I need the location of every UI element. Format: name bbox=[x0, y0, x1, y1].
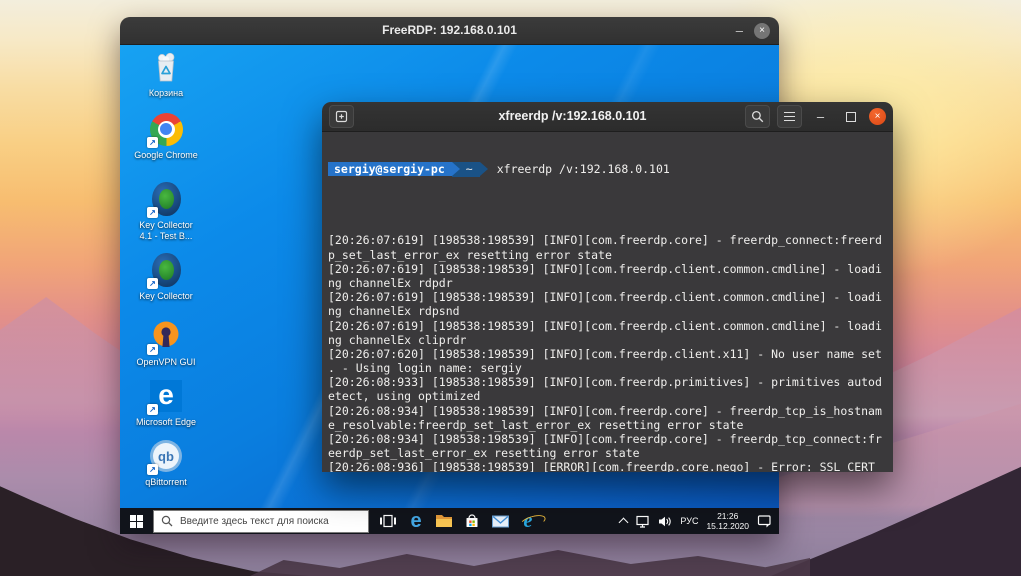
terminal-output[interactable]: sergiy@sergiy-pc~ xfreerdp /v:192.168.0.1… bbox=[322, 132, 893, 472]
search-placeholder: Введите здесь текст для поиска bbox=[180, 516, 329, 527]
desktop-icon-recycle-bin[interactable]: Корзина bbox=[126, 49, 206, 99]
close-button[interactable]: × bbox=[754, 23, 770, 39]
shortcut-arrow-icon: ↗ bbox=[147, 137, 158, 148]
new-tab-button[interactable] bbox=[329, 105, 354, 128]
terminal-window: xfreerdp /v:192.168.0.101 – × bbox=[322, 102, 893, 472]
minimize-button[interactable]: – bbox=[809, 106, 832, 127]
minimize-button[interactable]: – bbox=[736, 24, 743, 37]
system-tray: РУС 21:2615.12.2020 bbox=[620, 511, 772, 531]
terminal-log-line: [20:26:07:619] [198538:198539] [INFO][co… bbox=[328, 319, 893, 333]
windows-taskbar: Введите здесь текст для поиска e bbox=[120, 508, 779, 534]
terminal-log-line: ng channelEx cliprdr bbox=[328, 333, 893, 347]
wallpaper-dark-mountain bbox=[250, 536, 810, 576]
terminal-log-line: p_set_last_error_ex resetting error stat… bbox=[328, 248, 893, 262]
microsoft-store-button[interactable] bbox=[458, 508, 486, 534]
terminal-headerbar[interactable]: xfreerdp /v:192.168.0.101 – × bbox=[322, 102, 893, 132]
qbittorrent-icon: qb ↗ bbox=[148, 438, 184, 474]
edge-letter: e bbox=[158, 381, 174, 409]
terminal-log-line: [20:26:07:619] [198538:198539] [INFO][co… bbox=[328, 233, 893, 247]
edge-icon: e ↗ bbox=[148, 378, 184, 414]
file-explorer-button[interactable] bbox=[430, 508, 458, 534]
prompt-arrow-icon bbox=[480, 162, 488, 176]
tray-clock[interactable]: 21:2615.12.2020 bbox=[706, 511, 749, 531]
shortcut-arrow-icon: ↗ bbox=[147, 207, 158, 218]
maximize-button[interactable] bbox=[839, 106, 862, 127]
key-collector-icon: ↗ bbox=[148, 181, 184, 217]
action-center-icon[interactable] bbox=[757, 514, 772, 528]
terminal-log-line: [20:26:08:934] [198538:198539] [INFO][co… bbox=[328, 404, 893, 418]
task-view-button[interactable] bbox=[374, 508, 402, 534]
internet-explorer-button[interactable]: e bbox=[514, 508, 542, 534]
volume-icon[interactable] bbox=[658, 516, 672, 527]
openvpn-icon: ↗ bbox=[148, 318, 184, 354]
terminal-log-line: etect, using optimized bbox=[328, 389, 893, 403]
start-button[interactable] bbox=[123, 508, 150, 534]
internet-explorer-icon: e bbox=[524, 511, 533, 532]
shortcut-arrow-icon: ↗ bbox=[147, 404, 158, 415]
desktop-icon-key-collector-test[interactable]: ↗ Key Collector 4.1 - Test B... bbox=[126, 181, 206, 242]
freerdp-window-controls: – × bbox=[736, 17, 770, 44]
hamburger-icon bbox=[784, 116, 795, 118]
terminal-prompt-line: sergiy@sergiy-pc~ xfreerdp /v:192.168.0.1… bbox=[328, 162, 893, 176]
desktop-icon-label: Microsoft Edge bbox=[136, 417, 196, 428]
terminal-log-line: ng channelEx rdpdr bbox=[328, 276, 893, 290]
language-indicator[interactable]: РУС bbox=[680, 516, 698, 526]
terminal-log-line: [20:26:07:619] [198538:198539] [INFO][co… bbox=[328, 290, 893, 304]
taskbar-pinned-apps: e bbox=[374, 508, 542, 534]
chrome-icon: ↗ bbox=[148, 111, 184, 147]
task-view-icon bbox=[378, 511, 398, 531]
desktop-icon-label: Key Collector 4.1 - Test B... bbox=[133, 220, 199, 242]
prompt-command: xfreerdp /v:192.168.0.101 bbox=[497, 162, 670, 176]
freerdp-titlebar[interactable]: FreeRDP: 192.168.0.101 – × bbox=[120, 17, 779, 45]
desktop-icon-google-chrome[interactable]: ↗ Google Chrome bbox=[126, 111, 206, 161]
desktop-icon-openvpn-gui[interactable]: ↗ OpenVPN GUI bbox=[126, 318, 206, 368]
menu-button[interactable] bbox=[777, 105, 802, 128]
terminal-log-line: [20:26:08:936] [198538:198539] [ERROR][c… bbox=[328, 460, 893, 472]
file-explorer-icon bbox=[434, 512, 454, 530]
maximize-icon bbox=[846, 112, 856, 122]
desktop-icon-label: Key Collector bbox=[139, 291, 193, 302]
terminal-log-line: [20:26:07:619] [198538:198539] [INFO][co… bbox=[328, 262, 893, 276]
key-collector-icon: ↗ bbox=[148, 252, 184, 288]
freerdp-window-title: FreeRDP: 192.168.0.101 bbox=[120, 23, 779, 37]
terminal-log-line: ng channelEx rdpsnd bbox=[328, 304, 893, 318]
terminal-log-line: [20:26:08:934] [198538:198539] [INFO][co… bbox=[328, 432, 893, 446]
terminal-log-line: eerdp_set_last_error_ex resetting error … bbox=[328, 446, 893, 460]
search-icon bbox=[161, 515, 173, 527]
recycle-bin-icon bbox=[150, 50, 182, 84]
close-button[interactable]: × bbox=[869, 108, 886, 125]
tray-chevron-up-icon[interactable] bbox=[619, 518, 629, 528]
host-desktop: FreeRDP: 192.168.0.101 – × Корзина bbox=[0, 0, 1021, 576]
tray-date: 15.12.2020 bbox=[706, 521, 749, 531]
mail-icon bbox=[491, 514, 510, 529]
terminal-window-title: xfreerdp /v:192.168.0.101 bbox=[382, 109, 763, 123]
desktop-icon-label: Корзина bbox=[149, 88, 183, 99]
mail-button[interactable] bbox=[486, 508, 514, 534]
taskbar-search-box[interactable]: Введите здесь текст для поиска bbox=[153, 510, 369, 533]
new-tab-icon bbox=[335, 110, 348, 123]
tray-time: 21:26 bbox=[717, 511, 738, 521]
desktop-icon-label: qBittorrent bbox=[145, 477, 187, 488]
desktop-icon-label: OpenVPN GUI bbox=[136, 357, 195, 368]
shortcut-arrow-icon: ↗ bbox=[147, 344, 158, 355]
prompt-user-host: sergiy@sergiy-pc bbox=[328, 162, 452, 176]
desktop-icon-key-collector[interactable]: ↗ Key Collector bbox=[126, 252, 206, 302]
terminal-log-line: [20:26:07:620] [198538:198539] [INFO][co… bbox=[328, 347, 893, 361]
windows-logo-icon bbox=[130, 515, 143, 528]
recycle-bin-icon bbox=[148, 49, 184, 85]
shortcut-arrow-icon: ↗ bbox=[147, 464, 158, 475]
desktop-icon-qbittorrent[interactable]: qb ↗ qBittorrent bbox=[126, 438, 206, 488]
shortcut-arrow-icon: ↗ bbox=[147, 278, 158, 289]
network-icon[interactable] bbox=[635, 515, 650, 528]
terminal-log-line: e_resolvable:freerdp_set_last_error_ex r… bbox=[328, 418, 893, 432]
edge-icon: e bbox=[410, 511, 421, 531]
terminal-window-controls: – × bbox=[745, 105, 886, 128]
taskbar-edge-button[interactable]: e bbox=[402, 508, 430, 534]
desktop-icon-label: Google Chrome bbox=[134, 150, 198, 161]
desktop-icon-microsoft-edge[interactable]: e ↗ Microsoft Edge bbox=[126, 378, 206, 428]
terminal-log-line: . - Using login name: sergiy bbox=[328, 361, 893, 375]
prompt-path: ~ bbox=[452, 162, 480, 176]
terminal-log-line: [20:26:08:933] [198538:198539] [INFO][co… bbox=[328, 375, 893, 389]
store-icon bbox=[463, 512, 481, 530]
